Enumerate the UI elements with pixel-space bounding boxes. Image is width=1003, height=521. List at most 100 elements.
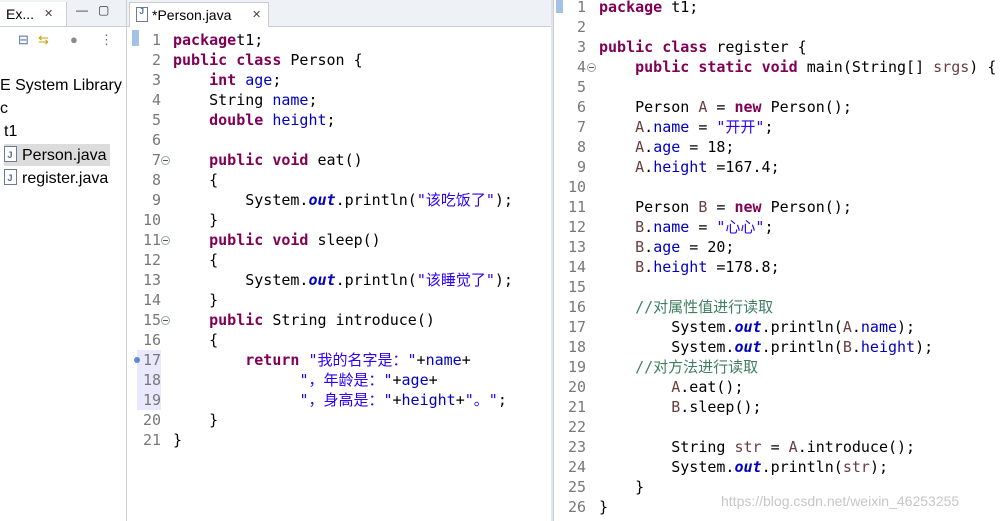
collapse-all-icon[interactable]: ⊟ <box>18 32 29 48</box>
maximize-icon[interactable]: ▢ <box>98 3 109 17</box>
tree-item-jre-library[interactable]: E System Library <box>0 75 122 97</box>
fold-toggle-icon[interactable] <box>161 156 170 165</box>
code-token: srgs <box>933 58 970 76</box>
line-number: 21 <box>142 431 161 449</box>
code-token: ; <box>326 111 336 129</box>
code-line: String str = A.introduce(); <box>599 437 915 457</box>
code-token: out <box>734 458 762 476</box>
java-file-icon <box>4 169 17 191</box>
code-token: . <box>851 318 861 336</box>
code-line: public void eat() <box>173 150 363 170</box>
line-number: 18 <box>137 370 161 390</box>
code-line: } <box>173 210 218 230</box>
code-line: String name; <box>173 90 317 110</box>
code-token: = 20; <box>680 238 735 256</box>
code-line: } <box>173 430 182 450</box>
code-token: t1; <box>236 31 264 49</box>
java-file-icon <box>136 7 148 22</box>
tab-person-java[interactable]: *Person.java ✕ <box>129 2 269 27</box>
code-token: name <box>653 118 690 136</box>
register-editor: 1 package t1; 2 3 public class register {4 p… <box>553 0 1003 521</box>
code-token: } <box>173 291 219 309</box>
code-token: name <box>653 218 690 236</box>
line-number: 4 <box>151 91 161 109</box>
view-menu-icon[interactable]: ⋮ <box>100 32 113 48</box>
code-token: Person(); <box>761 98 852 116</box>
minimize-icon[interactable]: — <box>76 3 88 17</box>
code-token: A <box>635 118 645 136</box>
code-line: { <box>173 330 218 350</box>
code-token: public <box>209 311 264 329</box>
code-token: System. <box>173 191 309 209</box>
code-token: B <box>842 338 852 356</box>
line-number: 11 <box>142 231 161 249</box>
tree-item-src[interactable]: c <box>0 98 8 120</box>
code-token: public <box>635 58 690 76</box>
code-token: register { <box>707 38 807 56</box>
code-token: A <box>671 378 681 396</box>
fold-toggle-icon[interactable] <box>161 236 170 245</box>
line-number: 4 <box>576 58 586 76</box>
line-number: 16 <box>567 298 586 316</box>
code-token: height <box>653 158 708 176</box>
fold-toggle-icon[interactable] <box>161 316 170 325</box>
line-number: 8 <box>576 138 586 156</box>
code-token: //对属性值进行读取 <box>635 298 774 316</box>
code-token: .println( <box>335 271 417 289</box>
code-token: int <box>209 71 237 89</box>
code-token: A <box>788 438 798 456</box>
close-icon[interactable]: ✕ <box>252 8 261 21</box>
code-token: { <box>173 251 219 269</box>
line-number: 3 <box>576 38 586 56</box>
code-token: System. <box>599 338 735 356</box>
code-token: return <box>245 351 300 369</box>
line-number: 26 <box>567 498 586 516</box>
code-line: } <box>173 290 218 310</box>
code-line: B.name = "心心"; <box>599 217 773 237</box>
code-token: age <box>653 238 681 256</box>
line-number: 21 <box>567 398 586 416</box>
explorer-toolbar: ⊟ ⇆ ● ⋮ <box>0 27 126 53</box>
line-number: 14 <box>567 258 586 276</box>
line-number: 19 <box>137 390 161 410</box>
code-token: + <box>455 391 465 409</box>
fold-toggle-icon[interactable] <box>587 63 596 72</box>
code-token: = <box>689 118 717 136</box>
code-token: + <box>416 351 426 369</box>
code-token: height <box>401 391 456 409</box>
line-number: 7 <box>576 118 586 136</box>
annotation-marker-icon[interactable] <box>134 357 140 363</box>
tree-item-person-java[interactable]: Person.java <box>4 144 110 168</box>
tree-item-package-t1[interactable]: t1 <box>4 121 17 143</box>
tree-item-label: register.java <box>22 170 109 187</box>
code-line: B.sleep(); <box>599 397 761 417</box>
code-line: A.age = 18; <box>599 137 734 157</box>
link-with-editor-icon[interactable]: ⇆ <box>38 32 49 48</box>
line-number: 14 <box>142 291 161 309</box>
code-token: height <box>272 111 327 129</box>
code-line: } <box>173 410 218 430</box>
tree-item-register-java[interactable]: register.java <box>4 167 109 191</box>
java-file-icon <box>4 146 17 168</box>
code-token: Person(); <box>761 198 852 216</box>
code-token: public <box>599 38 654 56</box>
line-number: 6 <box>576 98 586 116</box>
line-number: 23 <box>567 438 586 456</box>
code-line: System.out.println("该吃饭了"); <box>173 190 513 210</box>
tree-item-label: Person.java <box>22 147 107 164</box>
code-line: "，年龄是："+age+ <box>173 370 437 390</box>
code-token: public <box>209 151 264 169</box>
explorer-tab[interactable]: Ex... ✕ <box>0 2 67 26</box>
focus-icon[interactable]: ● <box>70 32 78 47</box>
code-token: double <box>209 111 264 129</box>
code-token: //对方法进行读取 <box>635 358 759 376</box>
close-icon[interactable]: ✕ <box>44 7 53 20</box>
